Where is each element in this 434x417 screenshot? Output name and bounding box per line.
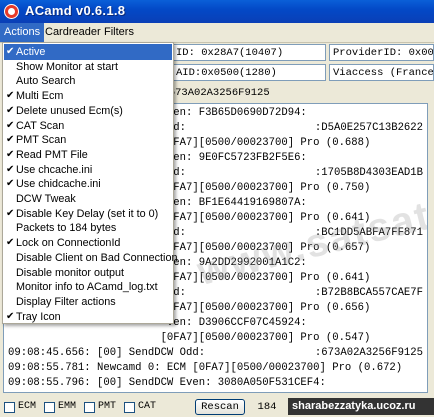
pmt-checkbox[interactable] [84,402,95,413]
menu-item-dcw-tweak[interactable]: DCW Tweak [4,191,172,207]
check-icon: ✔ [6,134,15,146]
caid-id-field: ID: 0x28A7(10407) [172,44,326,61]
packet-count: 184 [257,401,277,413]
menu-item-label: Auto Search [16,75,76,88]
menu-item-label: Read PMT File [16,148,88,161]
menu-item-cat-scan[interactable]: ✔ CAT Scan [4,118,172,134]
menu-item-label: Lock on ConnectionId [16,237,121,250]
menu-item-label: PMT Scan [16,134,67,147]
menu-item-label: Packets to 184 bytes [16,222,117,235]
log-line: 09:08:55.781: Newcamd 0: ECM [0FA7][0500… [8,362,403,374]
actions-dropdown: ✔ Active Show Monitor at start Auto Search ✔… [2,42,177,325]
menu-item-show-monitor-at-start[interactable]: Show Monitor at start [4,59,172,75]
rescan-button[interactable]: Rescan [195,399,245,415]
menu-item-use-chidcache-ini[interactable]: ✔ Use chidcache.ini [4,176,172,192]
cat-label: CAT [138,401,157,412]
log-line-tail: :D5A0E257C13B2622 [314,122,423,134]
log-line-tail: :1705B8D4303EAD1B [314,167,423,179]
menu-item-display-filter-actions[interactable]: Display Filter actions [4,294,172,310]
emm-checkbox[interactable] [44,402,55,413]
log-line-tail: :BC1DD5ABFA7FF871 [314,227,423,239]
menu-item-pmt-scan[interactable]: ✔ PMT Scan [4,132,172,148]
menu-item-tray-icon[interactable]: ✔ Tray Icon [4,309,172,325]
provider-name-field: Viaccess (France Tele [329,64,434,81]
status-bar: ECM EMM PMT CAT Rescan 184 sharabezzatyk… [0,396,434,417]
menu-cardreader[interactable]: Cardreader [41,23,105,42]
check-icon: ✔ [6,148,15,160]
check-icon: ✔ [6,46,15,57]
log-line: 09:08:55.796: [00] SendDCW Even: 3080A05… [8,377,326,389]
menu-item-lock-on-connectionid[interactable]: ✔ Lock on ConnectionId [4,235,172,251]
menu-actions[interactable]: Actions [0,23,45,42]
menu-item-use-chcache-ini[interactable]: ✔ Use chcache.ini [4,162,172,178]
menu-item-label: Monitor info to ACamd_log.txt [16,281,158,294]
log-line-tail: :673A02A3256F9125 [314,347,423,359]
menu-item-label: Use chcache.ini [16,163,93,176]
credit-watermark: sharabezzatyka.ucoz.ru [288,398,434,415]
cat-checkbox[interactable] [124,402,135,413]
menu-item-delete-unused-ecm-s[interactable]: ✔ Delete unused Ecm(s) [4,103,172,119]
ecm-label: ECM [18,401,37,412]
menu-filters[interactable]: Filters [100,23,138,42]
menu-item-label: Active [16,46,46,58]
check-icon: ✔ [6,119,15,131]
log-line: [0FA7][0500/00023700] Pro (0.547) [8,332,371,344]
menu-item-monitor-info-to-acamd-log-txt[interactable]: Monitor info to ACamd_log.txt [4,279,172,295]
menu-item-active[interactable]: ✔ Active [4,44,172,60]
check-icon: ✔ [6,104,15,116]
menu-item-label: Disable monitor output [16,266,125,279]
menu-item-multi-ecm[interactable]: ✔ Multi Ecm [4,88,172,104]
menu-item-label: Tray Icon [16,310,61,323]
check-icon: ✔ [6,310,15,322]
menu-item-label: Display Filter actions [16,295,116,308]
app-icon[interactable] [4,4,19,19]
menu-item-auto-search[interactable]: Auto Search [4,73,172,89]
menu-item-disable-key-delay-set-it-to-0[interactable]: ✔ Disable Key Delay (set it to 0) [4,206,172,222]
aid-field: AID:0x0500(1280) [172,64,326,81]
menu-item-label: Use chidcache.ini [16,178,101,191]
menu-item-label: Show Monitor at start [16,60,119,73]
title-bar[interactable]: ACamd v0.6.1.8 [0,0,434,24]
check-icon: ✔ [6,163,15,175]
menu-item-disable-monitor-output[interactable]: Disable monitor output [4,265,172,281]
emm-label: EMM [58,401,77,412]
check-icon: ✔ [6,207,15,219]
menu-item-packets-to-184-bytes[interactable]: Packets to 184 bytes [4,220,172,236]
menu-item-label: DCW Tweak [16,193,76,205]
menu-item-label: Delete unused Ecm(s) [16,104,123,117]
log-line-tail: :B72B8BCA557CAE7F [314,287,423,299]
menu-item-label: CAT Scan [16,119,65,132]
menu-item-label: Multi Ecm [16,90,64,103]
log-line: 09:08:45.656: [00] SendDCW Odd: [8,347,206,359]
menu-bar: Actions Cardreader Filters [0,23,434,43]
ecm-checkbox[interactable] [4,402,15,413]
check-icon: ✔ [6,237,15,249]
window-title: ACamd v0.6.1.8 [25,3,126,18]
check-icon: ✔ [6,90,15,102]
check-icon: ✔ [6,178,15,190]
menu-item-label: Disable Client on Bad Connection [16,251,178,264]
pmt-label: PMT [98,401,117,412]
provider-id-field: ProviderID: 0x000237 [329,44,434,61]
menu-item-label: Disable Key Delay (set it to 0) [16,207,159,220]
menu-item-disable-client-on-bad-connection[interactable]: Disable Client on Bad Connection [4,250,177,266]
menu-item-read-pmt-file[interactable]: ✔ Read PMT File [4,147,172,163]
